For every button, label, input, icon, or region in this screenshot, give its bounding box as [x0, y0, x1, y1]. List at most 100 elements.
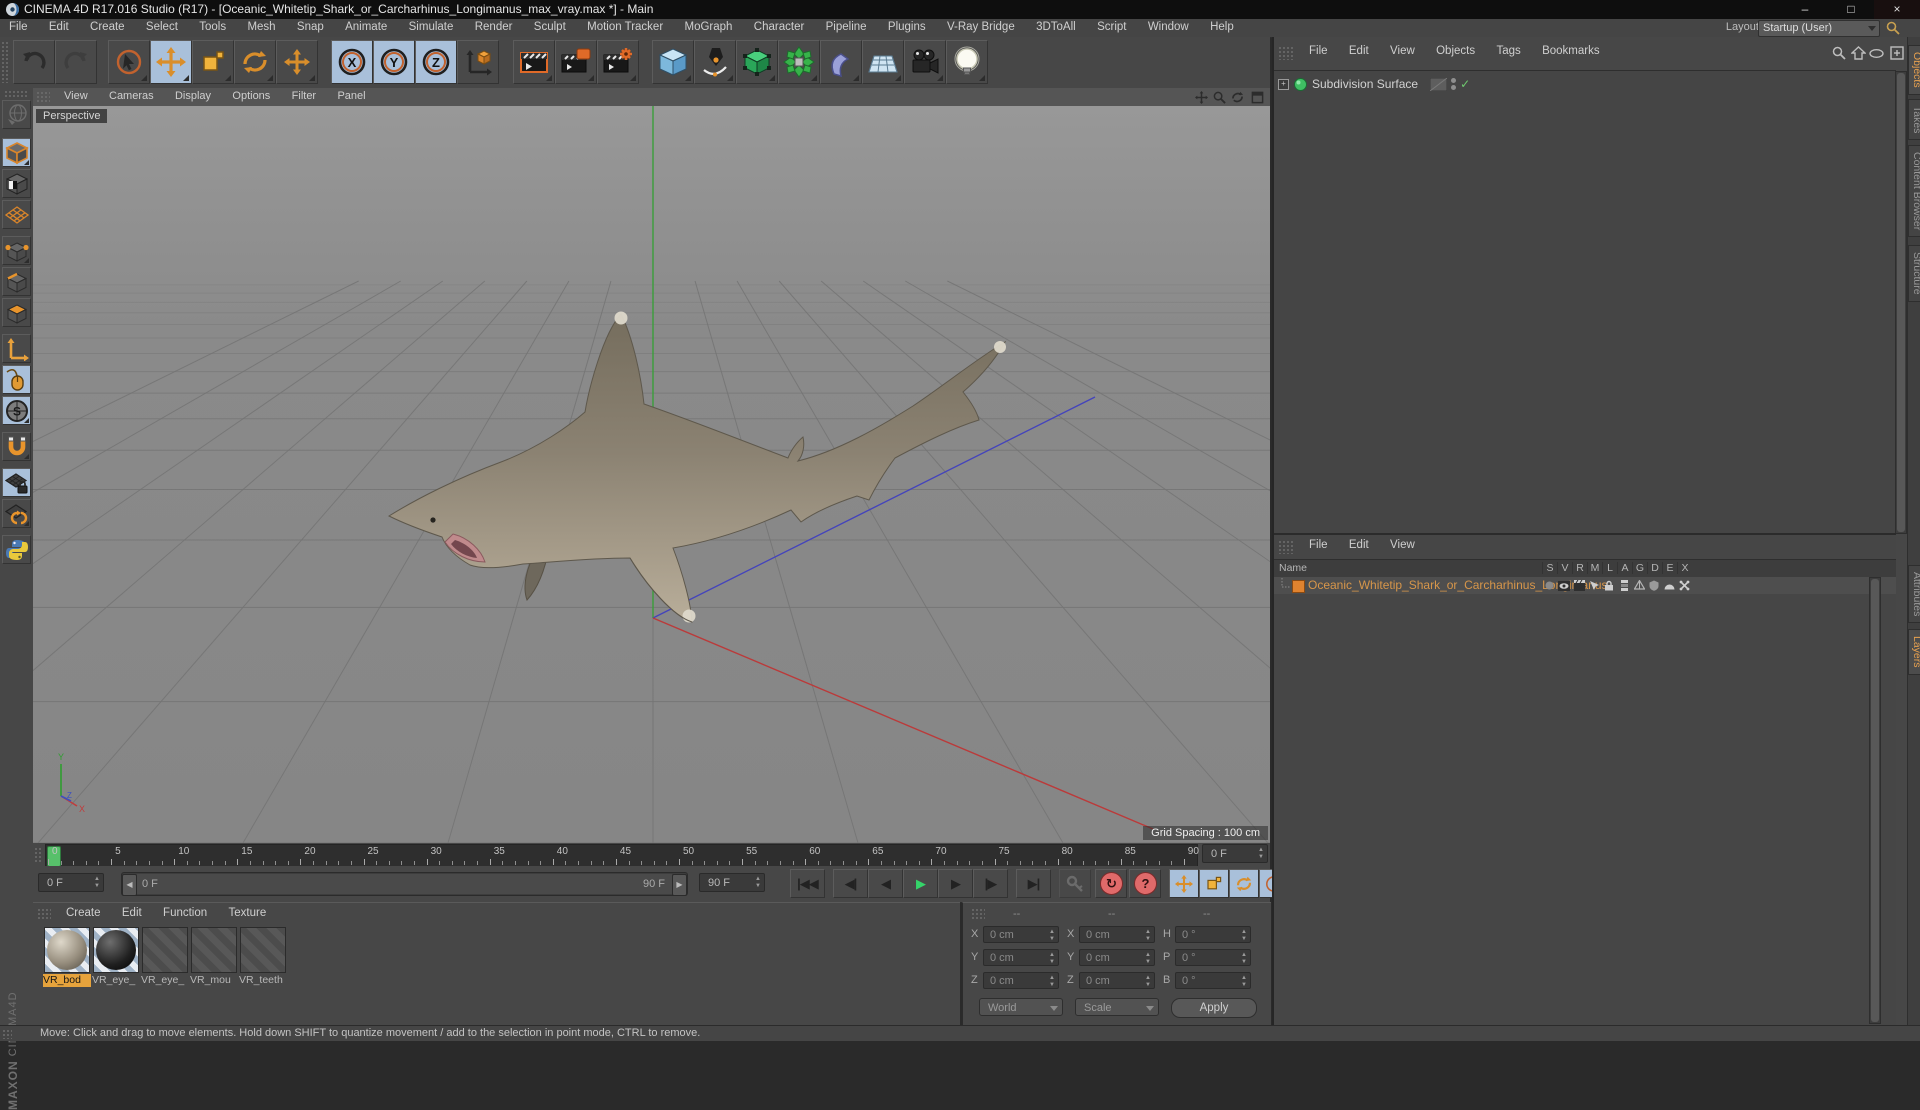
workplane-mode-button[interactable]	[2, 200, 31, 229]
lm-grip[interactable]	[1278, 540, 1294, 554]
render-picture-viewer-button[interactable]	[555, 40, 597, 84]
magnet-tool-button[interactable]	[2, 432, 31, 461]
enable-snap-button[interactable]: S	[2, 396, 31, 425]
tab-structure[interactable]: Structure	[1908, 245, 1920, 302]
add-camera-button[interactable]	[904, 40, 946, 84]
lm-menu-edit[interactable]: Edit	[1340, 537, 1378, 553]
undo-button[interactable]	[13, 40, 55, 84]
rot-p-field[interactable]: 0 ° ▲ ▼	[1175, 949, 1251, 966]
vp-menu-filter[interactable]: Filter	[283, 88, 325, 104]
viewport-toggle-icon[interactable]	[1249, 89, 1266, 105]
mat-menu-create[interactable]: Create	[57, 905, 110, 921]
om-menu-edit[interactable]: Edit	[1340, 43, 1378, 59]
next-key-button[interactable]: |▶	[973, 869, 1008, 898]
generator-pyramid-icon[interactable]	[1632, 579, 1646, 592]
menu-render[interactable]: Render	[466, 19, 522, 35]
tab-takes[interactable]: Takes	[1908, 99, 1920, 141]
material-thumbnail[interactable]	[93, 927, 139, 973]
enabled-check-icon[interactable]: ✓	[1460, 77, 1470, 91]
menu-simulate[interactable]: Simulate	[400, 19, 463, 35]
menu-mesh[interactable]: Mesh	[238, 19, 284, 35]
col-header-r[interactable]: R	[1572, 562, 1587, 574]
deformer-button[interactable]	[820, 40, 862, 84]
xref-bones-icon[interactable]	[1677, 579, 1691, 592]
menu-window[interactable]: Window	[1139, 19, 1198, 35]
col-header-e[interactable]: E	[1662, 562, 1677, 574]
start-frame-field[interactable]: 0 F ▲ ▼	[38, 873, 104, 892]
viewport-zoom-icon[interactable]	[1211, 89, 1228, 105]
tab-attributes[interactable]: Attributes	[1908, 565, 1920, 624]
object-name[interactable]: Subdivision Surface	[1312, 77, 1418, 91]
size-y-field[interactable]: 0 cm ▲ ▼	[1079, 949, 1155, 966]
om-grip[interactable]	[1278, 46, 1294, 60]
om-scrollbar[interactable]	[1895, 71, 1907, 534]
previous-key-button[interactable]: ◀|	[833, 869, 868, 898]
material-label[interactable]: VR_eye_	[141, 974, 189, 987]
menu-mograph[interactable]: MoGraph	[676, 19, 742, 35]
camera-label[interactable]: Perspective	[36, 109, 108, 123]
material-menu-grip[interactable]	[37, 908, 51, 920]
maximize-button[interactable]: □	[1828, 0, 1874, 19]
edges-mode-button[interactable]	[2, 267, 31, 296]
om-menu-view[interactable]: View	[1381, 43, 1424, 59]
material-label[interactable]: VR_mou	[190, 974, 238, 987]
move-tool-button[interactable]	[150, 40, 192, 84]
viewport-rotate-icon[interactable]	[1229, 89, 1246, 105]
toolbar-grip[interactable]	[1, 41, 10, 83]
layer-color-swatch[interactable]	[1292, 580, 1305, 593]
record-position-button[interactable]	[1169, 869, 1199, 898]
om-menu-file[interactable]: File	[1300, 43, 1337, 59]
material-thumbnail[interactable]	[44, 927, 90, 973]
visibility-eye-icon[interactable]	[1557, 579, 1571, 592]
goto-start-button[interactable]: |◀◀	[790, 869, 825, 898]
menu-sculpt[interactable]: Sculpt	[525, 19, 575, 35]
material-label[interactable]: VR_eye_	[92, 974, 140, 987]
tweak-mode-button[interactable]	[2, 365, 31, 394]
apply-button[interactable]: Apply	[1171, 998, 1257, 1018]
lm-menu-view[interactable]: View	[1381, 537, 1424, 553]
previous-frame-button[interactable]: ◀	[868, 869, 903, 898]
lock-workplane-button[interactable]	[2, 468, 31, 497]
coord-header-rotation[interactable]: --	[1203, 908, 1210, 920]
visibility-dots-icon[interactable]	[1451, 78, 1457, 90]
manager-cursor-icon[interactable]	[1587, 579, 1601, 592]
scale-tool-button[interactable]	[192, 40, 234, 84]
add-light-button[interactable]	[946, 40, 988, 84]
timeline-grip[interactable]	[34, 847, 42, 863]
current-frame-field[interactable]: 0 F ▲ ▼	[1202, 844, 1268, 863]
col-header-x[interactable]: X	[1677, 562, 1692, 574]
points-mode-button[interactable]	[2, 236, 31, 265]
mat-menu-function[interactable]: Function	[154, 905, 216, 921]
add-cube-button[interactable]	[652, 40, 694, 84]
render-settings-button[interactable]	[597, 40, 639, 84]
size-mode-dropdown[interactable]: Scale	[1075, 998, 1159, 1016]
om-menu-bookmarks[interactable]: Bookmarks	[1533, 43, 1609, 59]
material-thumbnail[interactable]	[240, 927, 286, 973]
material-thumbnail[interactable]	[142, 927, 188, 973]
x-axis-lock-button[interactable]: X	[331, 40, 373, 84]
goto-end-button[interactable]: ▶|	[1016, 869, 1051, 898]
col-header-v[interactable]: V	[1557, 562, 1572, 574]
expression-half-icon[interactable]	[1662, 579, 1676, 592]
om-path-up-icon[interactable]	[1851, 46, 1866, 60]
size-z-field[interactable]: 0 cm ▲ ▼	[1079, 972, 1155, 989]
menu-3dtoall[interactable]: 3DToAll	[1027, 19, 1085, 35]
range-start-handle[interactable]: ◀	[122, 874, 137, 896]
last-tool-button[interactable]	[276, 40, 318, 84]
left-toolbar-grip[interactable]	[4, 90, 28, 98]
viewport-pan-icon[interactable]	[1193, 89, 1210, 105]
end-frame-field[interactable]: 90 F ▲ ▼	[699, 873, 765, 892]
rot-b-field[interactable]: 0 ° ▲ ▼	[1175, 972, 1251, 989]
vp-menu-display[interactable]: Display	[166, 88, 220, 104]
minimize-button[interactable]: –	[1782, 0, 1828, 19]
menu-vray-bridge[interactable]: V-Ray Bridge	[938, 19, 1024, 35]
pos-x-field[interactable]: 0 cm ▲ ▼	[983, 926, 1059, 943]
menu-plugins[interactable]: Plugins	[879, 19, 935, 35]
pos-z-field[interactable]: 0 cm ▲ ▼	[983, 972, 1059, 989]
material-label[interactable]: VR_bod	[43, 974, 91, 987]
tab-layers[interactable]: Layers	[1908, 629, 1920, 675]
rot-h-field[interactable]: 0 ° ▲ ▼	[1175, 926, 1251, 943]
layout-dropdown[interactable]: Startup (User)	[1758, 20, 1880, 37]
shark-model[interactable]	[387, 311, 1007, 623]
menu-motion-tracker[interactable]: Motion Tracker	[578, 19, 672, 35]
